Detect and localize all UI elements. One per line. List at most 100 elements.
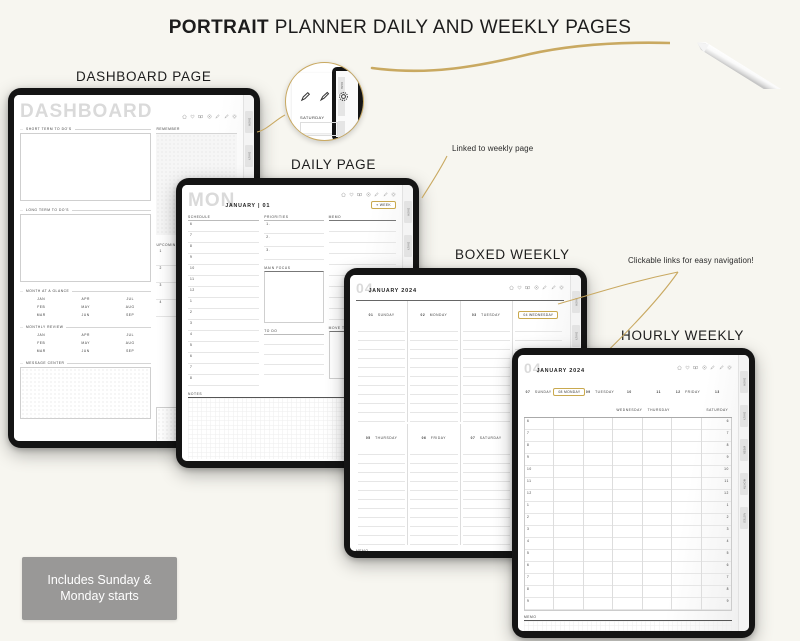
hour-column[interactable] (554, 418, 584, 610)
home-icon[interactable] (508, 285, 514, 290)
day-lines[interactable] (462, 323, 510, 422)
sidetab-dash[interactable]: DASH (740, 371, 748, 393)
hourly-memo-area[interactable] (524, 620, 732, 631)
hour-cell[interactable]: 1 (701, 502, 731, 514)
hour-cell[interactable]: 9 (525, 454, 554, 466)
day-header[interactable]: 10 WEDNESDAY (615, 380, 644, 416)
book-icon[interactable] (357, 192, 363, 197)
hour-column[interactable] (672, 418, 702, 610)
main-focus-area[interactable] (264, 271, 324, 323)
book-icon[interactable] (525, 285, 531, 290)
sidetab-daily[interactable]: DAILY (245, 145, 253, 167)
hour-cell[interactable]: 7 (525, 574, 554, 586)
circle-icon[interactable] (702, 365, 707, 370)
review-month-cell[interactable]: AUG (109, 341, 151, 345)
heart-icon[interactable] (685, 365, 690, 370)
day-header[interactable]: 13 SATURDAY (703, 380, 732, 416)
hour-cell[interactable]: 12 (525, 490, 554, 502)
hour-cells[interactable]: 6 7 8 9 10 11 12 1 2 3 4 5 6 7 8 9 (701, 418, 731, 610)
schedule-hour[interactable]: 1 (188, 298, 260, 309)
day-lines[interactable] (410, 323, 458, 422)
hour-column[interactable] (583, 418, 614, 610)
day-header[interactable]: 11 THURSDAY (644, 380, 673, 416)
hour-cells[interactable] (554, 418, 584, 610)
hour-cell[interactable]: 2 (701, 514, 731, 526)
pencil-icon[interactable] (319, 91, 330, 102)
hour-cell[interactable]: 8 (525, 442, 554, 454)
hour-cell[interactable]: 6 (525, 418, 554, 430)
hour-cell[interactable]: 8 (701, 586, 731, 598)
day-link-monday[interactable]: 08 MONDAY (553, 388, 586, 396)
hour-cell[interactable]: 7 (701, 430, 731, 442)
home-icon[interactable] (676, 365, 682, 370)
hour-cell[interactable]: 3 (525, 526, 554, 538)
month-cell[interactable]: SEP (109, 313, 151, 317)
sidetab-dash[interactable]: DASH (245, 111, 253, 133)
hour-cell[interactable]: 5 (525, 550, 554, 562)
hourly-grid[interactable]: 6 7 8 9 10 11 12 1 2 3 4 5 6 7 8 9 6 7 8… (524, 418, 732, 611)
month-cell[interactable]: AUG (109, 305, 151, 309)
long-term-writing-area[interactable] (20, 214, 152, 282)
sidetab-daily[interactable]: DAILY (740, 405, 748, 427)
day-lines[interactable] (410, 446, 458, 545)
month-cell[interactable]: APR (64, 297, 106, 301)
month-cell[interactable]: JAN (20, 297, 62, 301)
book-icon[interactable] (198, 114, 204, 119)
hourly-weekly-side-tabs[interactable]: DASH DAILY WEEK MONTH NOTES (738, 355, 749, 631)
day-column[interactable]: 05 THURSDAY (356, 424, 409, 545)
pen-icon[interactable] (542, 284, 547, 290)
schedule-list[interactable]: 6 7 8 9 10 11 12 1 2 3 4 5 6 7 8 (188, 220, 260, 386)
month-cell[interactable]: MAY (64, 305, 106, 309)
month-cell[interactable]: FEB (20, 305, 62, 309)
hour-cell[interactable]: 12 (701, 490, 731, 502)
day-header[interactable]: 07 SUNDAY (524, 380, 553, 416)
priority-item[interactable]: 1. (264, 221, 324, 234)
schedule-hour[interactable]: 6 (188, 221, 260, 232)
tablet-hourly-weekly[interactable]: 04 JANUARY 2024 07 SUNDAY 08 MONDAY 09 T… (512, 348, 755, 638)
sidetab-week[interactable]: WEEK (740, 439, 748, 461)
schedule-hour[interactable]: 6 (188, 353, 260, 364)
circle-icon[interactable] (534, 285, 539, 290)
review-month-cell[interactable]: FEB (20, 341, 62, 345)
day-header[interactable]: 12 FRIDAY (673, 380, 702, 416)
hour-cell[interactable]: 2 (525, 514, 554, 526)
day-header-highlighted[interactable]: 08 MONDAY (553, 380, 586, 416)
schedule-hour[interactable]: 9 (188, 254, 260, 265)
hour-column[interactable]: 6 7 8 9 10 11 12 1 2 3 4 5 6 7 8 9 (525, 418, 555, 610)
review-month-cell[interactable]: APR (64, 333, 106, 337)
schedule-hour[interactable]: 8 (188, 375, 260, 386)
home-icon[interactable] (340, 192, 346, 197)
hour-cell[interactable]: 11 (701, 478, 731, 490)
hour-column[interactable] (613, 418, 643, 610)
week-link-button[interactable]: « WEEK (371, 201, 396, 209)
gear-icon[interactable] (232, 114, 237, 119)
hour-column[interactable]: 6 7 8 9 10 11 12 1 2 3 4 5 6 7 8 9 (701, 418, 731, 610)
hour-cells[interactable] (583, 418, 614, 610)
pencil-icon[interactable] (719, 364, 724, 370)
pen-icon[interactable] (300, 91, 311, 102)
heart-icon[interactable] (349, 192, 354, 197)
day-column[interactable]: 02 MONDAY (408, 301, 461, 422)
day-header[interactable]: 09 TUESDAY (585, 380, 614, 416)
schedule-hour[interactable]: 12 (188, 287, 260, 298)
gear-icon[interactable] (391, 192, 396, 197)
day-lines[interactable] (358, 323, 406, 422)
hour-cell[interactable]: 9 (701, 598, 731, 610)
sidetab-month[interactable]: MONTH (740, 473, 748, 495)
schedule-hour[interactable]: 7 (188, 364, 260, 375)
day-column[interactable]: 07 SATURDAY (461, 424, 513, 545)
hour-column[interactable] (642, 418, 673, 610)
to-do-list[interactable] (264, 334, 324, 375)
schedule-hour[interactable]: 7 (188, 232, 260, 243)
review-month-cell[interactable]: SEP (109, 349, 151, 353)
hour-cell[interactable]: 10 (701, 466, 731, 478)
hour-cell[interactable]: 3 (701, 526, 731, 538)
month-cell[interactable]: JUN (64, 313, 106, 317)
hour-cell[interactable]: 9 (525, 598, 554, 610)
schedule-hour[interactable]: 3 (188, 320, 260, 331)
pen-icon[interactable] (710, 364, 715, 370)
schedule-hour[interactable]: 4 (188, 331, 260, 342)
hour-cells[interactable] (642, 418, 673, 610)
day-lines[interactable] (358, 446, 406, 545)
hour-cell[interactable]: 8 (525, 586, 554, 598)
